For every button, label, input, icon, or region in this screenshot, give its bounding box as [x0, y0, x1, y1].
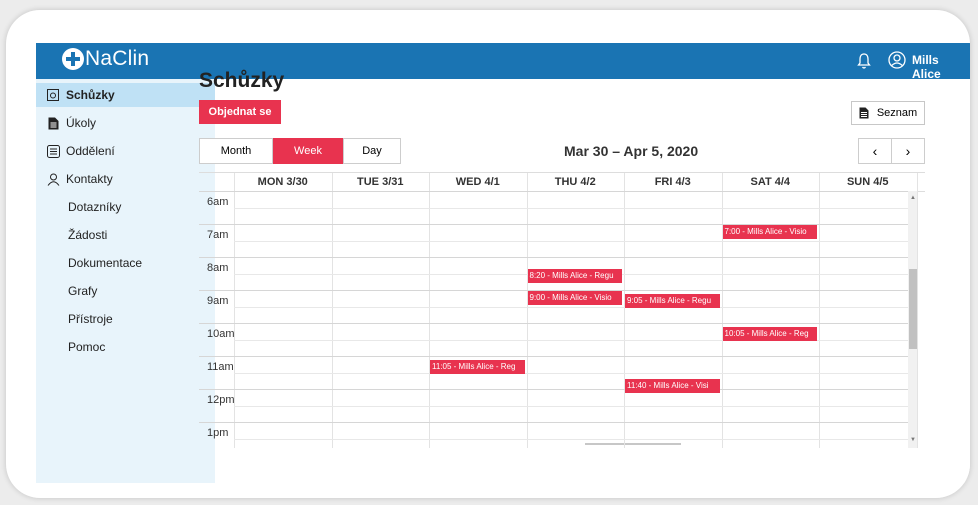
document-icon [46, 116, 60, 130]
app: NaClin Mills Alice Schůzky Úkoly Oddělen… [36, 43, 970, 483]
day-header: TUE 3/31 [357, 176, 404, 188]
list-box-icon [46, 144, 60, 158]
appointment-event[interactable]: 9:00 - Mills Alice - Visio [527, 291, 622, 305]
date-range-title: Mar 30 – Apr 5, 2020 [564, 143, 699, 159]
book-appointment-button[interactable]: Objednat se [199, 100, 281, 124]
horizontal-scroll-indicator[interactable] [585, 443, 681, 445]
next-week-button[interactable]: › [892, 139, 924, 163]
time-label: 10am [207, 328, 235, 340]
bell-icon[interactable] [856, 52, 872, 70]
document-icon [859, 107, 869, 119]
medical-cross-icon [62, 48, 84, 70]
app-logo[interactable]: NaClin [62, 47, 149, 71]
day-column-divider [526, 173, 528, 448]
day-column-divider [624, 173, 625, 448]
list-view-label: Seznam [876, 107, 918, 119]
sidebar-item-label: Přístroje [68, 312, 113, 326]
hour-line [199, 422, 908, 423]
sidebar-item-zadosti[interactable]: Žádosti [36, 223, 215, 247]
appointment-event[interactable]: 11:40 - Mills Alice - Visi [625, 379, 720, 393]
time-label: 8am [207, 262, 229, 274]
half-hour-line [234, 207, 908, 209]
calendar-icon [46, 88, 60, 102]
half-hour-line [234, 240, 908, 242]
day-header: SAT 4/4 [750, 176, 791, 188]
day-header: MON 3/30 [257, 176, 308, 188]
sidebar-item-oddeleni[interactable]: Oddělení [36, 139, 215, 163]
half-hour-line [234, 438, 908, 440]
appointment-event[interactable]: 7:00 - Mills Alice - Visio [722, 225, 817, 239]
time-label: 6am [207, 196, 229, 208]
window-frame: NaClin Mills Alice Schůzky Úkoly Oddělen… [6, 10, 970, 498]
sidebar-item-label: Pomoc [68, 340, 106, 354]
hour-line [199, 257, 908, 258]
sidebar-item-schuzky[interactable]: Schůzky [36, 83, 215, 107]
day-header: FRI 4/3 [654, 176, 691, 188]
view-switcher: Month Week Day [199, 138, 401, 164]
hour-line [199, 191, 908, 192]
hour-line [199, 389, 908, 390]
appointment-event[interactable]: 10:05 - Mills Alice - Reg [722, 326, 817, 341]
time-label: 7am [207, 229, 229, 241]
sidebar-item-label: Dokumentace [68, 256, 143, 270]
appointment-event[interactable]: 9:05 - Mills Alice - Regu [625, 293, 720, 308]
half-hour-line [234, 405, 908, 407]
time-label: 1pm [207, 427, 229, 439]
page-title: Schůzky [199, 69, 285, 92]
hour-line [199, 323, 908, 324]
sidebar-item-grafy[interactable]: Grafy [36, 279, 215, 303]
gutter-divider [234, 173, 235, 448]
sidebar-item-pomoc[interactable]: Pomoc [36, 335, 215, 359]
day-column-divider [721, 173, 723, 448]
person-icon [46, 172, 60, 186]
appointment-event[interactable]: 8:20 - Mills Alice - Regu [527, 269, 622, 283]
sidebar-item-kontakty[interactable]: Kontakty [36, 167, 215, 191]
sidebar-item-dotazniky[interactable]: Dotazníky [36, 195, 215, 219]
appointment-event[interactable]: 11:05 - Mills Alice - Reg [430, 359, 525, 374]
calendar-header: MON 3/30 TUE 3/31 WED 4/1 THU 4/2 FRI 4/3 SAT… [199, 173, 925, 192]
view-month-button[interactable]: Month [199, 138, 273, 164]
sidebar-item-label: Dotazníky [68, 200, 122, 214]
time-label: 12pm [207, 394, 235, 406]
user-name[interactable]: Mills Alice [912, 53, 970, 81]
day-column-divider [331, 173, 333, 448]
day-header: SUN 4/5 [846, 176, 889, 188]
half-hour-line [234, 306, 908, 308]
list-view-button[interactable]: Seznam [851, 101, 925, 125]
prev-week-button[interactable]: ‹ [859, 139, 892, 163]
sidebar-item-ukoly[interactable]: Úkoly [36, 111, 215, 135]
view-week-button[interactable]: Week [273, 138, 343, 164]
sidebar-item-pristroje[interactable]: Přístroje [36, 307, 215, 331]
top-bar: NaClin Mills Alice [36, 43, 970, 81]
sidebar-item-label: Oddělení [66, 144, 115, 158]
week-calendar: MON 3/30 TUE 3/31 WED 4/1 THU 4/2 FRI 4/3 SAT… [199, 172, 925, 448]
sidebar-item-dokumentace[interactable]: Dokumentace [36, 251, 215, 275]
day-column-divider [429, 173, 430, 448]
sidebar-item-label: Kontakty [66, 172, 113, 186]
day-header: THU 4/2 [554, 176, 596, 188]
day-header: WED 4/1 [455, 176, 500, 188]
view-day-button[interactable]: Day [343, 138, 401, 164]
sidebar-item-label: Grafy [68, 284, 98, 298]
date-navigation: ‹ › [858, 138, 925, 164]
sidebar-item-label: Žádosti [68, 228, 108, 242]
user-circle-icon[interactable] [888, 51, 906, 69]
day-column-divider [819, 173, 820, 448]
sidebar: Schůzky Úkoly Oddělení Kontakty Dotazník… [36, 79, 215, 483]
time-label: 11am [207, 361, 234, 373]
sidebar-item-label: Schůzky [66, 88, 115, 102]
app-name: NaClin [85, 47, 150, 70]
hour-line [199, 356, 908, 357]
sidebar-item-label: Úkoly [66, 116, 97, 130]
half-hour-line [234, 372, 908, 374]
day-column-divider [916, 173, 918, 448]
time-label: 9am [207, 295, 229, 307]
